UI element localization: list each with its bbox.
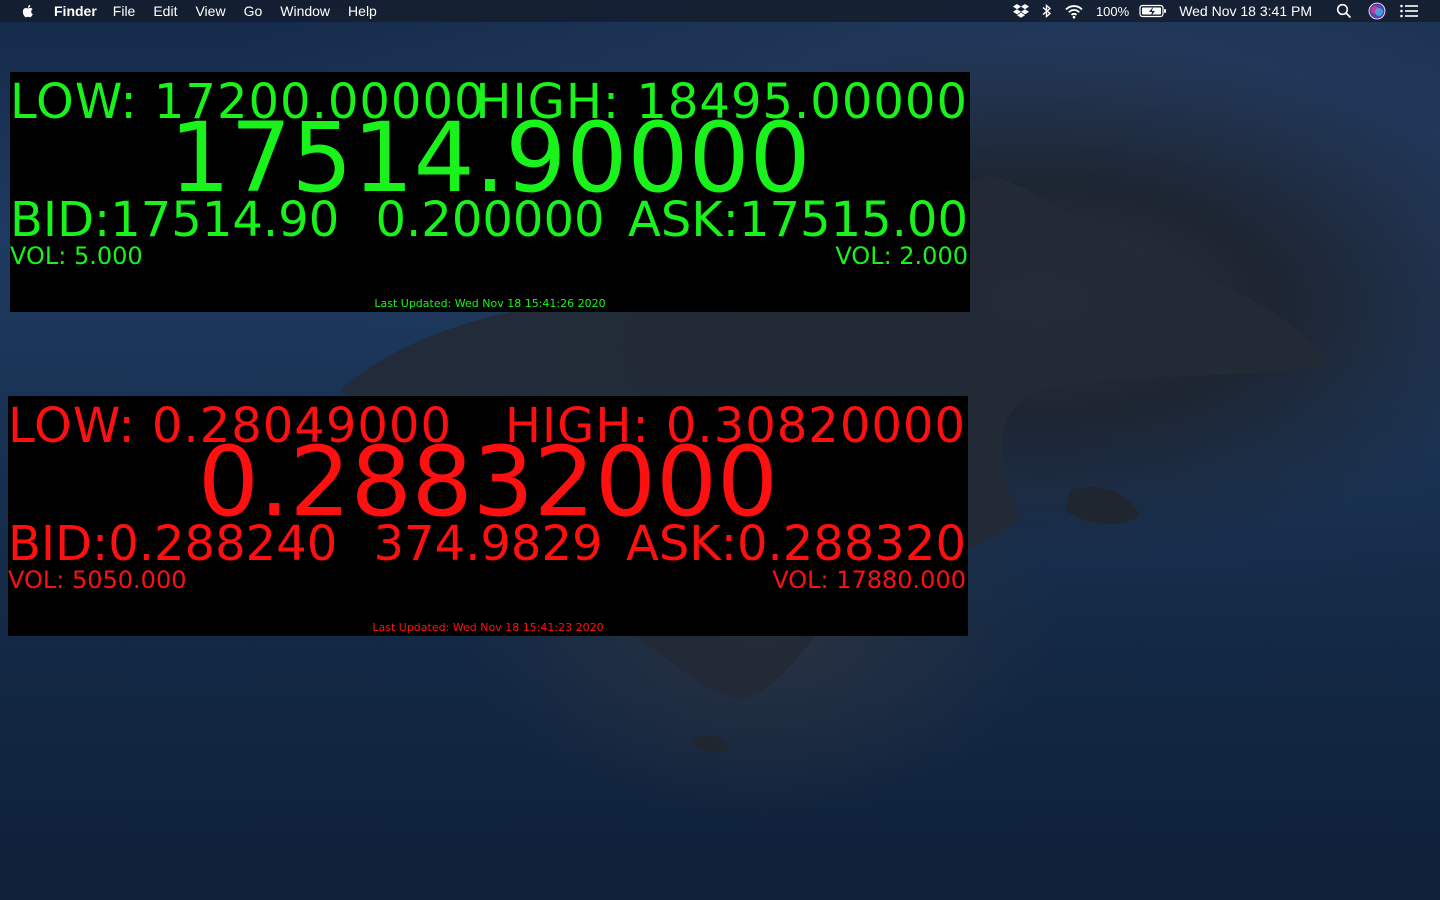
ask-value: ASK:0.288320 [626,516,966,572]
ask-volume: VOL: 2.000 [835,242,968,270]
ask-volume: VOL: 17880.000 [772,566,966,594]
ticker-panel-2: LOW: 0.28049000 HIGH: 0.30820000 0.28832… [8,396,968,636]
last-updated: Last Updated: Wed Nov 18 15:41:23 2020 [372,621,604,634]
ask-value: ASK:17515.00 [628,192,968,248]
ticker-panel-1: LOW: 17200.00000 HIGH: 18495.00000 17514… [10,72,970,312]
last-updated: Last Updated: Wed Nov 18 15:41:26 2020 [374,297,606,310]
bid-volume: VOL: 5050.000 [8,566,187,594]
bid-volume: VOL: 5.000 [10,242,143,270]
